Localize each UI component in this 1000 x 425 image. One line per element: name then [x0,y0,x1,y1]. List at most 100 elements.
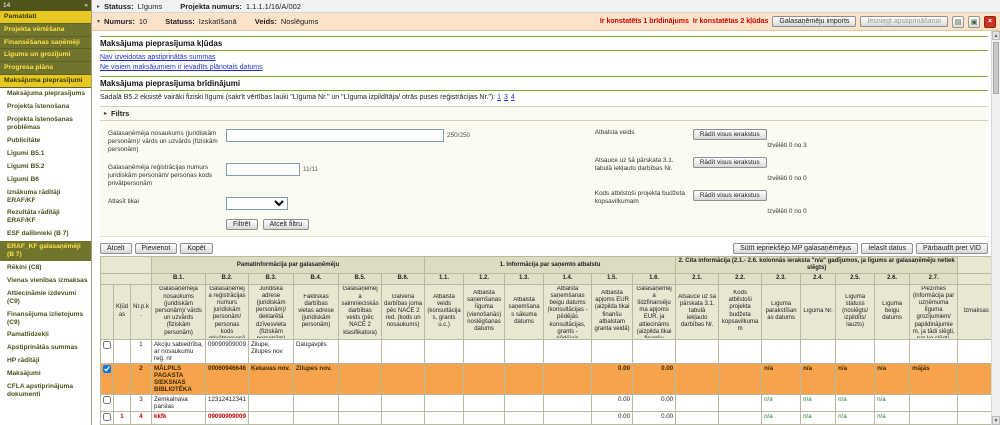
filter-section-header[interactable]: ▸ Filtrs [100,106,988,121]
scrollbar-thumb[interactable] [993,42,999,94]
submit-approval-button[interactable]: Iesniegt apstiprināšanai [860,16,948,27]
filter-group-label-1: Atsauce uz šā pārskata 3.1. tabulā iekļa… [595,157,687,173]
row-cell [875,339,910,363]
warning-link-2[interactable]: 4 [511,94,515,101]
scroll-down-icon[interactable]: ▼ [992,416,1000,425]
warning-links: 134 [497,94,518,101]
warning-badge: Ir konstatēts 1 brīdinājums [600,18,689,25]
table-code-header-10: 1.5. [592,274,633,284]
row-cell: n/a [801,363,836,394]
sidebar-sub-item-10[interactable]: ERAF_KF galasaņēmēji (B 7) [0,241,91,262]
row-cell: 00060946646 [206,363,249,394]
row-cell [464,363,505,394]
table-row-2[interactable]: 2MĀLPILS PAGASTA SIEKSNAS BIBLIOTĒKA0006… [101,363,995,394]
import-recipients-button[interactable]: Galasaņēmēju imports [772,16,856,27]
table-row-4[interactable]: 14kkfk090909090090.000.00n/an/an/an/a [101,411,995,424]
table-toolbar-right-button-0[interactable]: Sūtīt iepriekšējo MP galasaņēmējus [733,243,858,254]
table-desc-header-text-2: Juridiskā adrese (juridiskām personām)/ … [251,286,291,338]
sidebar-sub-item-16[interactable]: Apstiprinātās summas [0,342,91,355]
error-link-1[interactable]: Ne visiem maksājumiem ir ievadīts plānot… [100,64,263,71]
sidebar-item-1[interactable]: Projekta vērtēšana [0,24,91,37]
sidebar-sub-item-19[interactable]: CFLA apstiprinājuma dokumenti [0,381,91,402]
warnings-section-title: Maksājuma pieprasījuma brīdinājumi [100,79,988,88]
sidebar-sub-item-13[interactable]: Attiecināmie izdevumi (C9) [0,287,91,308]
row-nr-cell[interactable]: 1 [131,339,152,363]
table-toolbar-left-button-0[interactable]: Atcelt [100,243,132,254]
recipient-reg-input[interactable] [226,163,300,176]
status-value: Līgums [138,2,163,11]
sidebar-sub-item-6[interactable]: Līgumi B6 [0,173,91,186]
row-checkbox[interactable] [103,396,111,404]
table-code-header-1: B.2. [206,274,249,284]
table-toolbar-left-button-2[interactable]: Kopēt [180,243,212,254]
sidebar-header: 14 « [0,0,91,11]
row-nr-cell[interactable]: 3 [131,394,152,411]
row-cell [505,411,544,424]
sidebar-sub-item-7[interactable]: Iznākuma rādītāji ERAF/KF [0,186,91,207]
sidebar-item-0[interactable]: Pamatdati [0,11,91,24]
sidebar-sub-item-12[interactable]: Vienas vienības izmaksas [0,274,91,287]
table-toolbar-right-button-1[interactable]: Ielasīt datus [861,243,913,254]
row-checkbox[interactable] [103,341,111,349]
row-nr-cell[interactable]: 2 [131,363,152,394]
sidebar-item-4[interactable]: Progresa plāns [0,62,91,75]
close-icon[interactable]: × [984,16,996,28]
row-checkbox[interactable] [103,365,111,373]
sidebar-sub-item-15[interactable]: Pamatlīdzekļi [0,329,91,342]
scroll-up-icon[interactable]: ▲ [992,31,1000,40]
table-toolbar-right-button-2[interactable]: Pārbaudīt pret VID [916,243,988,254]
sidebar-sub-item-11[interactable]: Rēķini (C8) [0,261,91,274]
table-desc-header-text-14: Līguma parakstīšanas datums [764,301,798,323]
expand-project-icon[interactable]: ▸ [97,3,100,10]
row-select-cell [101,363,114,394]
show-all-records-button-0[interactable]: Rādīt visus ierakstus [693,129,767,140]
sidebar-sub-item-2[interactable]: Projekta īstenošanas problēmas [0,114,91,135]
row-cell [544,394,592,411]
row-cell [505,363,544,394]
row-cell: Zemkalnava parslas [152,394,206,411]
sidebar-item-5[interactable]: Maksājuma pieprasījumi [0,75,91,88]
row-checkbox[interactable] [103,413,111,421]
errors-section-title: Maksājuma pieprasījuma kļūdas [100,39,988,48]
table-code-header-13: 2.2. [719,274,762,284]
collapse-sidebar-icon[interactable]: « [84,2,88,9]
excel-export-icon[interactable]: ▤ [952,16,964,28]
sidebar-item-3[interactable]: Līgums un grozījumi [0,49,91,62]
reset-filter-button[interactable]: Atcelt filtru [263,219,310,230]
reg-char-counter: 11/11 [303,163,318,173]
sidebar-sub-item-14[interactable]: Finansējuma izlietojums (C9) [0,308,91,329]
show-all-records-button-1[interactable]: Rādīt visus ierakstus [693,157,767,168]
table-toolbar-left-button-1[interactable]: Pievienot [135,243,178,254]
vertical-scrollbar[interactable]: ▲ ▼ [991,31,1000,425]
row-nr-cell[interactable]: 4 [131,411,152,424]
apply-filter-button[interactable]: Filtrēt [226,219,258,230]
row-cell [676,394,719,411]
select-only-dropdown[interactable] [226,197,288,210]
sidebar-sub-item-0[interactable]: Maksājuma pieprasījums [0,88,91,101]
warning-link-0[interactable]: 1 [497,94,501,101]
sidebar-sub-item-9[interactable]: ESF dalībnieki (B 7) [0,228,91,241]
row-errors-cell [114,363,131,394]
collapse-request-icon[interactable]: ▾ [97,18,100,25]
show-all-records-button-2[interactable]: Rādīt visus ierakstus [693,190,767,201]
sidebar-sub-item-18[interactable]: Maksājumi [0,368,91,381]
window-icon[interactable]: ▣ [968,16,980,28]
recipient-name-input[interactable] [226,129,444,142]
sidebar-sub-item-4[interactable]: Līgumi B5.1 [0,147,91,160]
error-link-0[interactable]: Nav izveidotas apstiprinātās summas [100,54,216,61]
sidebar-item-2[interactable]: Finansēšanas saņēmēji [0,37,91,50]
row-cell [464,339,505,363]
warning-link-1[interactable]: 3 [504,94,508,101]
table-row-3[interactable]: 3Zemkalnava parslas123124123410.000.00n/… [101,394,995,411]
row-cell: 09090909009 [206,339,249,363]
sidebar-sub-item-8[interactable]: Rezultāta rādītāji ERAF/KF [0,207,91,228]
sidebar-sub-item-3[interactable]: Publicitāte [0,135,91,148]
table-row-1[interactable]: 1Akciju sabiedrība, ar nosaukumu reģ. nr… [101,339,995,363]
sidebar-sub-item-17[interactable]: HP rādītāji [0,355,91,368]
sidebar-sub-item-1[interactable]: Projekta īstenošana [0,101,91,114]
expand-filter-icon[interactable]: ▸ [104,110,107,117]
costs-column-header: Izmaksas [958,284,995,339]
table-desc-header-text-7: Atbalsta saņemšanas līguma (vienošanās) … [466,290,502,333]
sidebar-sub-item-5[interactable]: Līgumi B5.2 [0,160,91,173]
row-cell [425,339,464,363]
